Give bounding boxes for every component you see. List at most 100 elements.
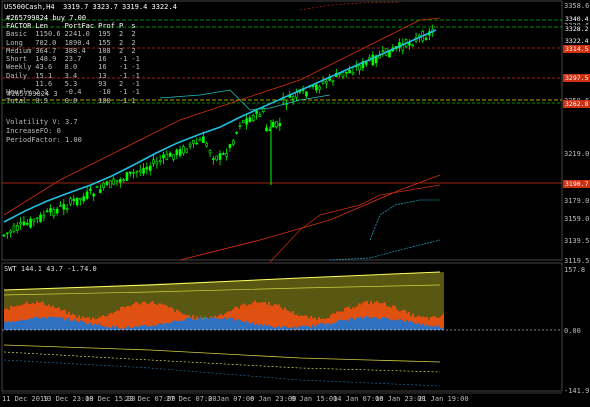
swt-bar-blue: [214, 317, 216, 330]
candle-body: [135, 170, 139, 173]
swt-bar-yellow: [434, 272, 436, 316]
swt-bar-yellow: [184, 282, 186, 315]
swt-bar-orange: [296, 314, 298, 330]
swt-bar-yellow: [62, 287, 64, 310]
swt-bar-blue: [88, 323, 90, 330]
swt-bar-blue: [70, 320, 72, 330]
swt-bar-blue: [186, 317, 188, 330]
swt-bar-yellow: [140, 284, 142, 304]
swt-bar-yellow: [382, 274, 384, 303]
candle-body: [265, 127, 268, 131]
swt-bar-orange: [442, 314, 444, 330]
stats-cell: -1: [131, 63, 140, 72]
swt-bar-yellow: [120, 285, 122, 307]
candle-body: [82, 196, 86, 202]
candle-body: [128, 171, 132, 174]
candle-body: [271, 121, 275, 128]
price-tick-label: 3139.5: [564, 237, 590, 245]
candle-body: [235, 131, 238, 134]
stats-cell: -1: [118, 63, 128, 72]
swt-bar-yellow: [406, 273, 408, 313]
swt-bar-yellow: [256, 279, 258, 303]
swt-bar-blue: [362, 318, 364, 330]
swt-bar-blue: [32, 318, 34, 330]
stats-cell: 15.1: [35, 71, 53, 80]
swt-bar-blue: [160, 323, 162, 330]
stats-row: Short 148.9 23.7 16 -1 -1: [6, 55, 144, 63]
swt-bar-blue: [402, 320, 404, 330]
swt-bar-blue: [8, 320, 10, 330]
candle-body: [49, 208, 52, 213]
swt-bar-blue: [212, 317, 214, 330]
swt-bar-blue: [176, 321, 178, 330]
candle-body: [178, 149, 182, 156]
candle-body: [85, 191, 89, 199]
swt-bar-yellow: [374, 274, 376, 302]
price-level-tag: 3322.4: [563, 37, 590, 45]
candle-body: [92, 193, 96, 197]
swt-bar-yellow: [428, 272, 430, 320]
candle-body: [215, 155, 218, 161]
swt-bar-yellow: [368, 275, 370, 304]
swt-blue-dash: [3, 359, 441, 387]
swt-bar-yellow: [6, 289, 8, 309]
stats-row: Weekly 43.6 8.0 16 -1 -1: [6, 63, 144, 71]
candle-body: [115, 180, 119, 182]
swt-bar-orange: [276, 304, 278, 330]
swt-bar-blue: [276, 326, 278, 330]
swt-bar-blue: [118, 328, 120, 330]
candle-body: [52, 209, 56, 217]
swt-bar-orange: [274, 304, 276, 330]
swt-bar-orange: [118, 310, 120, 330]
candle-body: [138, 170, 142, 173]
swt-bar-yellow: [430, 272, 432, 317]
swt-bar-yellow: [298, 277, 300, 316]
candle-body: [109, 180, 112, 188]
swt-bar-orange: [138, 304, 140, 330]
swt-bar-yellow: [154, 283, 156, 304]
swt-bar-yellow: [138, 284, 140, 305]
swt-bar-blue: [332, 323, 334, 330]
swt-bar-blue: [162, 324, 164, 330]
swt-bar-blue: [76, 321, 78, 330]
swt-bar-yellow: [88, 286, 90, 318]
swt-bar-yellow: [330, 276, 332, 315]
swt-bar-blue: [208, 318, 210, 330]
swt-bar-blue: [114, 327, 116, 330]
swt-bar-yellow: [258, 279, 260, 304]
swt-bar-blue: [178, 320, 180, 330]
swt-bar-yellow: [116, 285, 118, 310]
stats-cell: 108: [98, 46, 111, 55]
swt-bar-blue: [406, 320, 408, 330]
swt-bar-yellow: [264, 279, 266, 302]
swt-bar-yellow: [240, 280, 242, 306]
swt-bar-blue: [266, 325, 268, 330]
candle-body: [89, 188, 92, 191]
swt-bar-yellow: [78, 286, 80, 316]
swt-bar-yellow: [218, 281, 220, 316]
candle-body: [225, 152, 228, 157]
swt-bar-blue: [274, 327, 276, 330]
swt-bar-yellow: [348, 275, 350, 307]
swt-bar-yellow: [122, 285, 124, 307]
candle-body: [241, 120, 245, 123]
swt-bar-blue: [54, 317, 56, 330]
candle-body: [72, 198, 76, 202]
swt-bar-yellow: [340, 276, 342, 312]
swt-bar-yellow: [280, 278, 282, 308]
swt-bar-yellow: [126, 285, 128, 306]
candle-body: [158, 160, 162, 162]
candle-body: [172, 154, 175, 160]
swt-bar-blue: [144, 325, 146, 330]
swt-bar-blue: [396, 320, 398, 330]
stats-cell: 148.9: [35, 55, 57, 64]
swt-bar-blue: [94, 323, 96, 330]
candle-body: [205, 143, 209, 147]
swt-bar-blue: [234, 320, 236, 330]
swt-bar-blue: [64, 320, 66, 330]
swt-bar-blue: [224, 317, 226, 330]
time-tick-label: 2 Jan 07:00: [208, 395, 255, 403]
swt-bar-yellow: [440, 272, 442, 317]
swt-bar-blue: [236, 319, 238, 330]
candle-body: [165, 153, 169, 160]
